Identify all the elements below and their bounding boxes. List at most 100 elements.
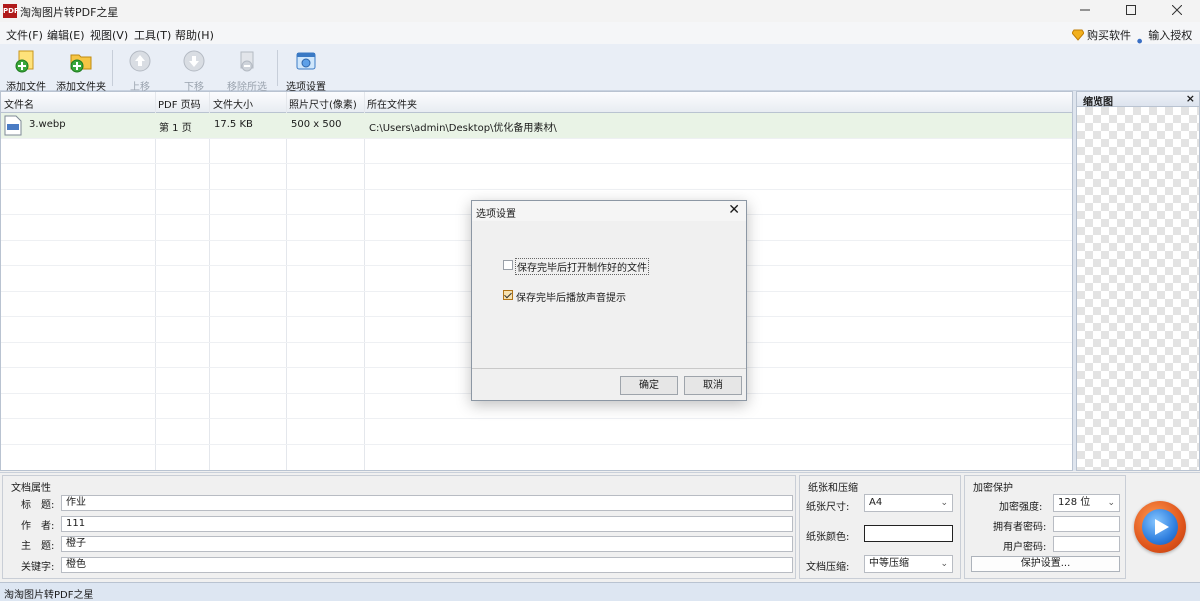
column-header-size[interactable]: 文件大小 [213, 96, 253, 111]
app-icon: PDF [3, 4, 19, 18]
buy-software-link[interactable]: 购买软件 [1072, 27, 1131, 43]
user-password-label: 用户密码: [1003, 542, 1047, 553]
column-header-filename[interactable]: 文件名 [4, 96, 34, 111]
paper-size-value: A4 [869, 497, 883, 508]
table-row-empty [1, 419, 1072, 445]
strength-select[interactable]: 128 位 ⌄ [1053, 494, 1120, 512]
compress-label: 文档压缩: [806, 562, 850, 573]
paper-color-label: 纸张颜色: [806, 532, 850, 543]
close-icon[interactable]: ✕ [728, 202, 740, 218]
chevron-down-icon: ⌄ [940, 559, 948, 569]
move-down-button[interactable]: 下移 [176, 47, 212, 93]
close-button[interactable] [1154, 0, 1200, 22]
convert-button[interactable] [1134, 501, 1186, 553]
cancel-button[interactable]: 取消 [684, 376, 742, 395]
status-bar: 淘淘图片转PDF之星 [0, 582, 1200, 601]
title-input[interactable]: 作业 [61, 495, 793, 511]
table-header: 文件名 PDF 页码 文件大小 照片尺寸(像素) 所在文件夹 [1, 92, 1072, 113]
close-icon [1171, 4, 1183, 16]
add-folder-button[interactable]: 添加文件夹 [55, 47, 107, 93]
sound-label[interactable]: 保存完毕后播放声音提示 [516, 289, 626, 304]
thumbnail-title: 缩览图 [1083, 97, 1113, 108]
dialog-title-bar: 选项设置 ✕ [472, 201, 746, 221]
owner-password-label: 拥有者密码: [993, 522, 1047, 533]
ok-button[interactable]: 确定 [620, 376, 678, 395]
dialog-title: 选项设置 [476, 209, 516, 220]
cell-size: 17.5 KB [214, 119, 253, 130]
strength-value: 128 位 [1058, 497, 1091, 508]
cell-filename: 3.webp [29, 119, 66, 130]
menu-edit[interactable]: 编辑(E) [47, 27, 85, 43]
paper-title: 纸张和压缩 [808, 483, 858, 494]
close-icon[interactable]: × [1186, 92, 1195, 105]
paper-size-select[interactable]: A4 ⌄ [864, 494, 953, 512]
add-file-icon [15, 50, 34, 73]
keywords-label: 关键字: [21, 562, 55, 573]
menu-tools[interactable]: 工具(T) [134, 27, 171, 43]
security-title: 加密保护 [973, 483, 1013, 494]
add-folder-icon [70, 54, 92, 73]
options-button[interactable]: 选项设置 [285, 47, 327, 93]
cell-page: 第 1 页 [159, 123, 192, 134]
menu-help[interactable]: 帮助(H) [175, 27, 214, 43]
sound-checkbox[interactable] [503, 290, 513, 300]
image-file-icon [4, 115, 22, 136]
menu-bar: 文件(F) 编辑(E) 视图(V) 工具(T) 帮助(H) 购买软件 输入授权码 [0, 22, 1200, 58]
strength-label: 加密强度: [999, 502, 1043, 513]
add-file-button[interactable]: 添加文件 [6, 47, 46, 93]
doc-properties-title: 文档属性 [11, 483, 51, 494]
author-input[interactable]: 111 [61, 516, 793, 532]
minimize-button[interactable] [1062, 0, 1108, 22]
open-file-checkbox[interactable] [503, 260, 513, 270]
arrow-up-icon [129, 50, 151, 72]
column-header-folder[interactable]: 所在文件夹 [367, 96, 417, 111]
remove-selected-button[interactable]: 移除所选 [226, 47, 268, 93]
dialog-divider [472, 368, 746, 369]
title-bar: PDF 淘淘图片转PDF之星 [0, 0, 1200, 22]
user-password-input[interactable] [1053, 536, 1120, 552]
security-group: 加密保护 加密强度: 128 位 ⌄ 拥有者密码: 用户密码: 保护设置... [964, 475, 1126, 579]
menu-file[interactable]: 文件(F) [6, 27, 43, 43]
cell-folder: C:\Users\admin\Desktop\优化备用素材\ [369, 123, 557, 134]
keywords-input[interactable]: 橙色 [61, 557, 793, 573]
thumbnail-header: 缩览图 × [1077, 92, 1199, 108]
title-label: 标 题: [21, 500, 55, 511]
column-header-page[interactable]: PDF 页码 [158, 96, 201, 111]
remove-icon [240, 51, 254, 72]
subject-label: 主 题: [21, 541, 55, 552]
compress-select[interactable]: 中等压缩 ⌄ [864, 555, 953, 573]
diamond-icon [1072, 29, 1084, 41]
toolbar-separator [112, 50, 113, 86]
move-up-button[interactable]: 上移 [122, 47, 158, 93]
cell-dimensions: 500 x 500 [291, 119, 342, 130]
properties-panel: 文档属性 标 题: 作业 作 者: 111 主 题: 橙子 关键字: 橙色 纸张… [0, 472, 1200, 581]
protection-settings-button[interactable]: 保护设置... [971, 556, 1120, 572]
chevron-down-icon: ⌄ [1107, 498, 1115, 508]
thumbnail-canvas [1077, 107, 1199, 470]
minimize-icon [1080, 9, 1090, 11]
subject-input[interactable]: 橙子 [61, 536, 793, 552]
paper-color-swatch[interactable] [864, 525, 953, 542]
settings-icon [296, 52, 316, 70]
paper-group: 纸张和压缩 纸张尺寸: A4 ⌄ 纸张颜色: 文档压缩: 中等压缩 ⌄ [799, 475, 961, 579]
table-row[interactable]: 3.webp 第 1 页 17.5 KB 500 x 500 C:\Users\… [1, 113, 1072, 139]
options-dialog: 选项设置 ✕ 保存完毕后打开制作好的文件 保存完毕后播放声音提示 确定 取消 [471, 200, 747, 401]
table-row-empty [1, 138, 1072, 164]
toolbar: 添加文件 添加文件夹 上移 下移 移除所选 选项设置 [0, 44, 1200, 93]
paper-size-label: 纸张尺寸: [806, 502, 850, 513]
author-label: 作 者: [21, 521, 55, 532]
thumbnail-pane: 缩览图 × [1076, 91, 1200, 471]
play-icon [1142, 509, 1178, 545]
compress-value: 中等压缩 [869, 558, 909, 569]
status-text: 淘淘图片转PDF之星 [4, 590, 94, 601]
table-row-empty [1, 164, 1072, 190]
owner-password-input[interactable] [1053, 516, 1120, 532]
doc-properties-group: 文档属性 标 题: 作业 作 者: 111 主 题: 橙子 关键字: 橙色 [2, 475, 796, 579]
arrow-down-icon [183, 50, 205, 72]
chevron-down-icon: ⌄ [940, 498, 948, 508]
column-header-dimensions[interactable]: 照片尺寸(像素) [289, 96, 357, 111]
maximize-button[interactable] [1108, 0, 1154, 22]
toolbar-separator [277, 50, 278, 86]
open-file-label[interactable]: 保存完毕后打开制作好的文件 [515, 258, 649, 275]
menu-view[interactable]: 视图(V) [90, 27, 128, 43]
